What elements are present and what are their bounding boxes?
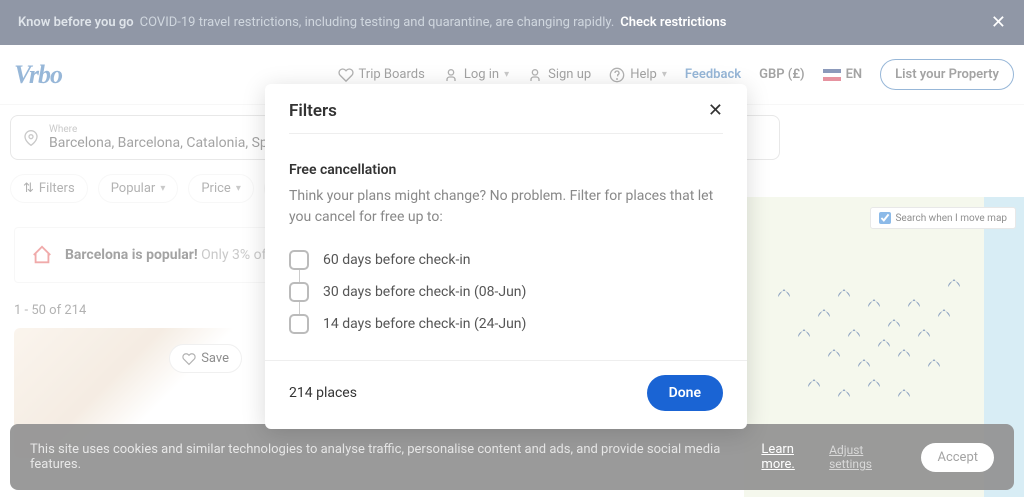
- cancel-option-60[interactable]: 60 days before check-in: [289, 244, 723, 276]
- modal-header: Filters ✕: [265, 84, 747, 133]
- section-title: Free cancellation: [289, 162, 723, 178]
- checkbox-60[interactable]: [289, 250, 309, 270]
- modal-title: Filters: [289, 101, 337, 121]
- checkbox-14[interactable]: [289, 314, 309, 334]
- modal-footer: 214 places Done: [265, 360, 747, 429]
- section-desc: Think your plans might change? No proble…: [289, 186, 723, 228]
- done-button[interactable]: Done: [647, 375, 723, 411]
- cancel-option-14[interactable]: 14 days before check-in (24-Jun): [289, 308, 723, 340]
- checkbox-30[interactable]: [289, 282, 309, 302]
- cancel-options: 60 days before check-in 30 days before c…: [289, 244, 723, 340]
- close-icon[interactable]: ✕: [708, 100, 723, 121]
- modal-body: Free cancellation Think your plans might…: [265, 134, 747, 348]
- place-count: 214 places: [289, 385, 357, 401]
- cancel-30-label: 30 days before check-in (08-Jun): [323, 284, 526, 300]
- filters-modal: Filters ✕ Free cancellation Think your p…: [265, 84, 747, 429]
- cancel-option-30[interactable]: 30 days before check-in (08-Jun): [289, 276, 723, 308]
- cancel-60-label: 60 days before check-in: [323, 252, 470, 268]
- cancel-14-label: 14 days before check-in (24-Jun): [323, 316, 526, 332]
